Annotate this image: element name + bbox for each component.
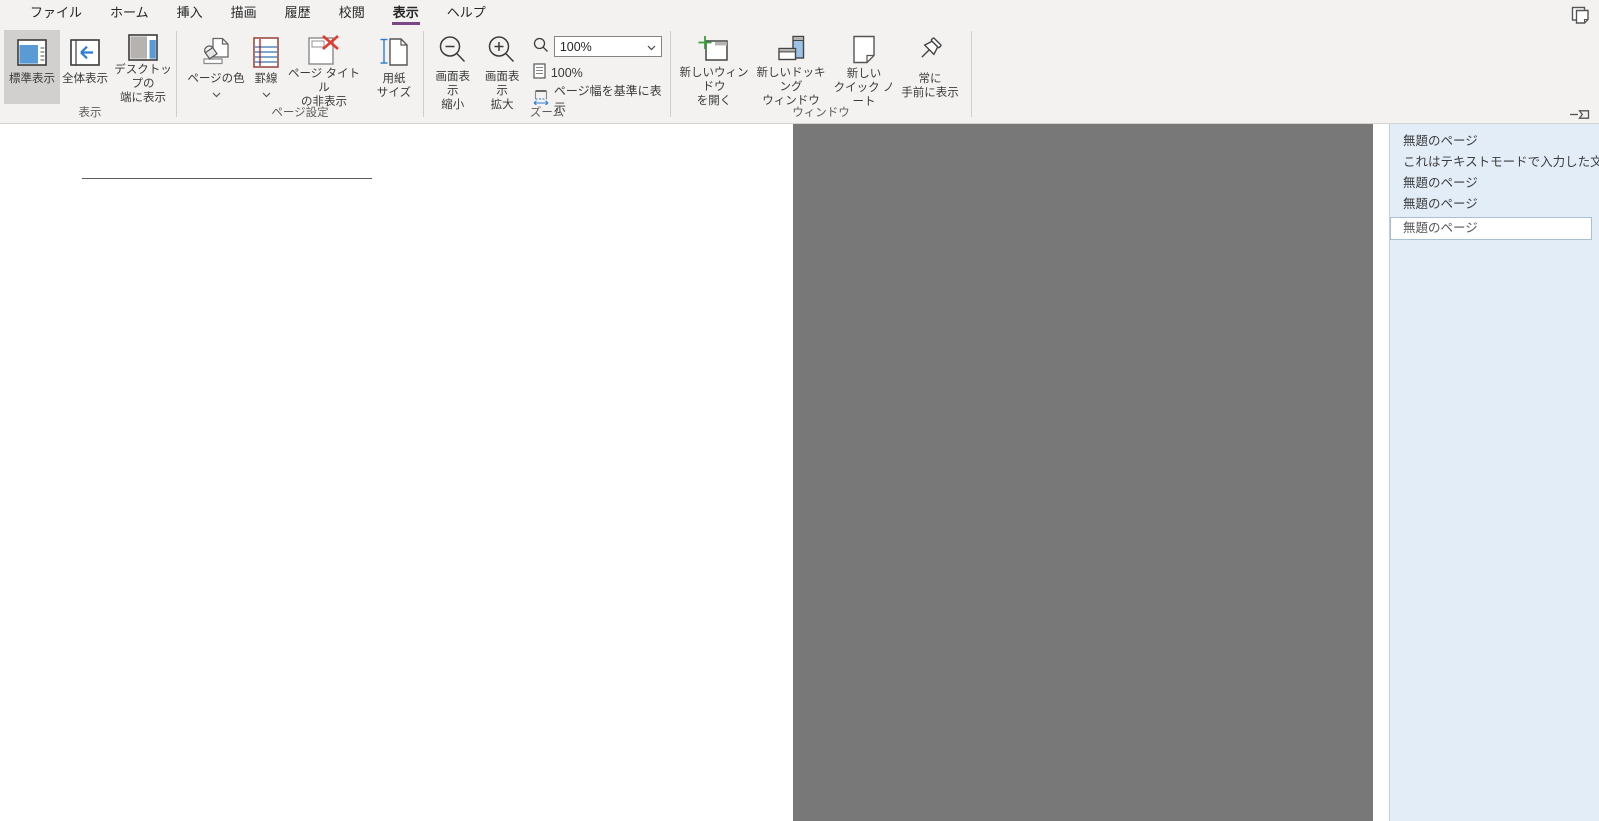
- page-color-icon: [200, 34, 232, 70]
- page-list-item-selected[interactable]: 無題のページ: [1390, 217, 1592, 240]
- ribbon-view-tab: 標準表示 全体表示 デスクトップの 端に表示 表示: [0, 27, 1599, 123]
- tab-review[interactable]: 校閲: [325, 0, 379, 27]
- chevron-down-icon: [647, 40, 656, 54]
- group-label-window: ウィンドウ: [671, 104, 971, 120]
- zoom-out-label-1: 画面表示: [430, 70, 475, 98]
- off-page-background: [793, 124, 1373, 821]
- group-label-page-setup: ページ設定: [177, 104, 423, 120]
- group-window: 新しいウィンドウ を開く 新しいドッキング ウィンドウ 新しい クイック ノート: [671, 27, 971, 123]
- zoom-out-icon: [436, 34, 470, 68]
- tab-file[interactable]: ファイル: [16, 0, 96, 27]
- normal-view-label: 標準表示: [9, 72, 55, 86]
- zoom-controls-column: 100% 100% ページ幅を基準に表示: [527, 30, 670, 109]
- paper-size-icon: [378, 34, 410, 70]
- dock-to-desktop-label-2: 端に表示: [120, 91, 166, 105]
- page-color-button[interactable]: ページの色: [185, 30, 247, 104]
- group-label-zoom: ズーム: [424, 104, 670, 120]
- normal-view-button[interactable]: 標準表示: [4, 30, 60, 104]
- always-on-top-button[interactable]: 常に 手前に表示: [897, 30, 963, 104]
- hide-page-title-icon: [307, 34, 341, 65]
- always-on-top-label-1: 常に: [919, 72, 942, 86]
- chevron-down-icon: [212, 88, 221, 102]
- hide-page-title-button[interactable]: ページ タイトル の非表示: [285, 30, 363, 104]
- page-list-item[interactable]: 無題のページ: [1390, 194, 1599, 215]
- zoom-100-label: 100%: [551, 66, 583, 80]
- tab-help[interactable]: ヘルプ: [433, 0, 500, 27]
- tab-history[interactable]: 履歴: [271, 0, 325, 27]
- dock-to-desktop-button[interactable]: デスクトップの 端に表示: [110, 30, 176, 104]
- rule-lines-button[interactable]: 罫線: [247, 30, 285, 104]
- new-window-label-1: 新しいウィンドウ: [679, 66, 749, 94]
- group-label-view: 表示: [4, 104, 176, 120]
- zoom-100-button[interactable]: 100%: [533, 62, 666, 83]
- chevron-down-icon: [262, 88, 271, 102]
- new-window-icon: [696, 34, 732, 64]
- page-title-underline: [82, 178, 372, 179]
- hide-page-title-label-1: ページ タイトル: [287, 67, 361, 95]
- paper-size-label-1: 用紙: [383, 72, 406, 86]
- zoom-in-icon: [485, 34, 519, 68]
- new-docked-window-icon: [775, 34, 807, 64]
- zoom-in-button[interactable]: 画面表示 拡大: [477, 30, 526, 104]
- rule-lines-icon: [253, 34, 279, 70]
- dock-to-desktop-icon: [128, 34, 158, 61]
- zoom-level-value: 100%: [560, 40, 592, 54]
- group-separator: [971, 31, 972, 117]
- paper-size-label-2: サイズ: [377, 86, 411, 100]
- zoom-out-button[interactable]: 画面表示 縮小: [428, 30, 477, 104]
- menu-bar: ファイル ホーム 挿入 描画 履歴 校閲 表示 ヘルプ: [0, 0, 1599, 27]
- group-page-setup: ページの色 罫線 ページ タイトル の非表示: [177, 27, 423, 123]
- zoom-level-combobox[interactable]: 100%: [554, 36, 662, 57]
- page-list-item[interactable]: 無題のページ: [1390, 173, 1599, 194]
- paper-size-button[interactable]: 用紙 サイズ: [368, 30, 420, 104]
- normal-view-icon: [17, 34, 47, 70]
- stacked-pages-icon[interactable]: [1570, 6, 1591, 31]
- new-window-button[interactable]: 新しいウィンドウ を開く: [677, 30, 751, 104]
- always-on-top-icon: [913, 34, 947, 70]
- tab-draw[interactable]: 描画: [217, 0, 271, 27]
- page-list-sidebar: 無題のページ これはテキストモードで入力した文章で 無題のページ 無題のページ …: [1389, 124, 1599, 821]
- tab-insert[interactable]: 挿入: [163, 0, 217, 27]
- new-quick-note-button[interactable]: 新しい クイック ノート: [831, 30, 897, 104]
- new-quick-note-label-1: 新しい: [847, 67, 882, 81]
- zoom-100-icon: [533, 63, 546, 82]
- tab-home[interactable]: ホーム: [96, 0, 163, 27]
- full-page-view-button[interactable]: 全体表示: [60, 30, 110, 104]
- zoom-in-label-1: 画面表示: [479, 70, 524, 98]
- always-on-top-label-2: 手前に表示: [901, 86, 959, 100]
- dock-to-desktop-label-1: デスクトップの: [112, 63, 174, 91]
- rule-lines-label: 罫線: [255, 72, 278, 86]
- zoom-level-icon: [533, 37, 549, 56]
- group-view: 標準表示 全体表示 デスクトップの 端に表示 表示: [4, 27, 176, 123]
- full-page-view-icon: [70, 34, 100, 70]
- tab-view[interactable]: 表示: [379, 0, 433, 27]
- new-docked-window-button[interactable]: 新しいドッキング ウィンドウ: [751, 30, 831, 104]
- new-quick-note-icon: [850, 34, 878, 65]
- full-page-view-label: 全体表示: [62, 72, 108, 86]
- page-list-item[interactable]: 無題のページ: [1390, 131, 1599, 152]
- new-docked-window-label-1: 新しいドッキング: [753, 66, 829, 94]
- page-list-item[interactable]: これはテキストモードで入力した文章で: [1390, 152, 1599, 173]
- page-color-label: ページの色: [187, 72, 244, 86]
- ribbon-topbar: ファイル ホーム 挿入 描画 履歴 校閲 表示 ヘルプ 標準表示 全体表示: [0, 0, 1599, 124]
- page-canvas[interactable]: [0, 124, 793, 821]
- group-zoom: 画面表示 縮小 画面表示 拡大 100%: [424, 27, 670, 123]
